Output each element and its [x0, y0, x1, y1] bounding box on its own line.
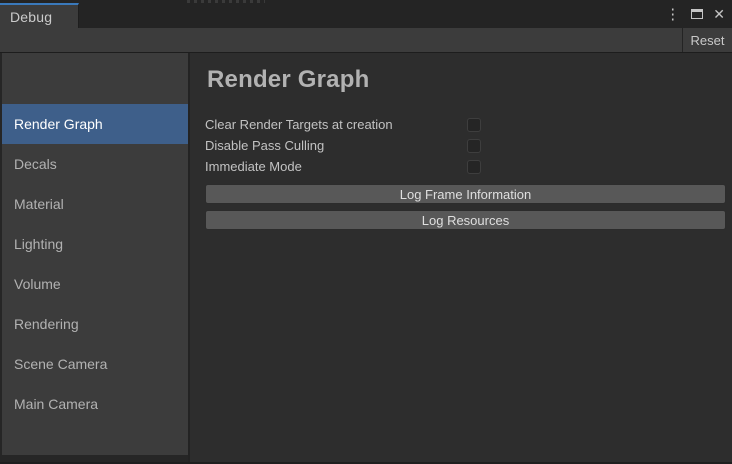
- log-resources-button[interactable]: Log Resources: [205, 210, 726, 230]
- clear-render-targets-checkbox[interactable]: [467, 118, 481, 132]
- maximize-icon[interactable]: [691, 9, 703, 19]
- sidebar-item-render-graph[interactable]: Render Graph: [2, 104, 188, 144]
- main-panel: Render Graph Clear Render Targets at cre…: [190, 53, 732, 464]
- sidebar-item-material[interactable]: Material: [2, 184, 188, 224]
- tab-debug-label: Debug: [10, 9, 52, 25]
- log-frame-information-button[interactable]: Log Frame Information: [205, 184, 726, 204]
- window-controls: ⋮ ✕: [663, 0, 726, 28]
- toggle-label: Disable Pass Culling: [205, 138, 467, 153]
- action-buttons: Log Frame Information Log Resources: [205, 184, 726, 230]
- kebab-menu-icon[interactable]: ⋮: [663, 7, 682, 22]
- sidebar-item-lighting[interactable]: Lighting: [2, 224, 188, 264]
- toggle-row-disable-pass-culling: Disable Pass Culling: [205, 135, 732, 156]
- sidebar-item-volume[interactable]: Volume: [2, 264, 188, 304]
- sidebar-item-scene-camera[interactable]: Scene Camera: [2, 344, 188, 384]
- sidebar-item-decals[interactable]: Decals: [2, 144, 188, 184]
- toggle-row-immediate-mode: Immediate Mode: [205, 156, 732, 177]
- sidebar: Render Graph Decals Material Lighting Vo…: [2, 53, 188, 455]
- rendering-debugger-window: Debug ⋮ ✕ Reset Render Graph Decals Mate…: [0, 0, 732, 464]
- toggle-label: Immediate Mode: [205, 159, 467, 174]
- tab-debug[interactable]: Debug: [0, 3, 79, 28]
- sidebar-item-main-camera[interactable]: Main Camera: [2, 384, 188, 424]
- immediate-mode-checkbox[interactable]: [467, 160, 481, 174]
- occluded-window-text-artifact: [187, 0, 265, 3]
- toolbar: Reset: [0, 28, 732, 53]
- tab-strip: Debug ⋮ ✕: [0, 0, 732, 28]
- toggle-list: Clear Render Targets at creation Disable…: [205, 114, 732, 177]
- content-area: Render Graph Decals Material Lighting Vo…: [0, 53, 732, 464]
- toggle-row-clear-render-targets: Clear Render Targets at creation: [205, 114, 732, 135]
- reset-button[interactable]: Reset: [682, 28, 732, 52]
- sidebar-item-rendering[interactable]: Rendering: [2, 304, 188, 344]
- disable-pass-culling-checkbox[interactable]: [467, 139, 481, 153]
- close-icon[interactable]: ✕: [712, 7, 726, 21]
- page-title: Render Graph: [207, 66, 732, 94]
- toggle-label: Clear Render Targets at creation: [205, 117, 467, 132]
